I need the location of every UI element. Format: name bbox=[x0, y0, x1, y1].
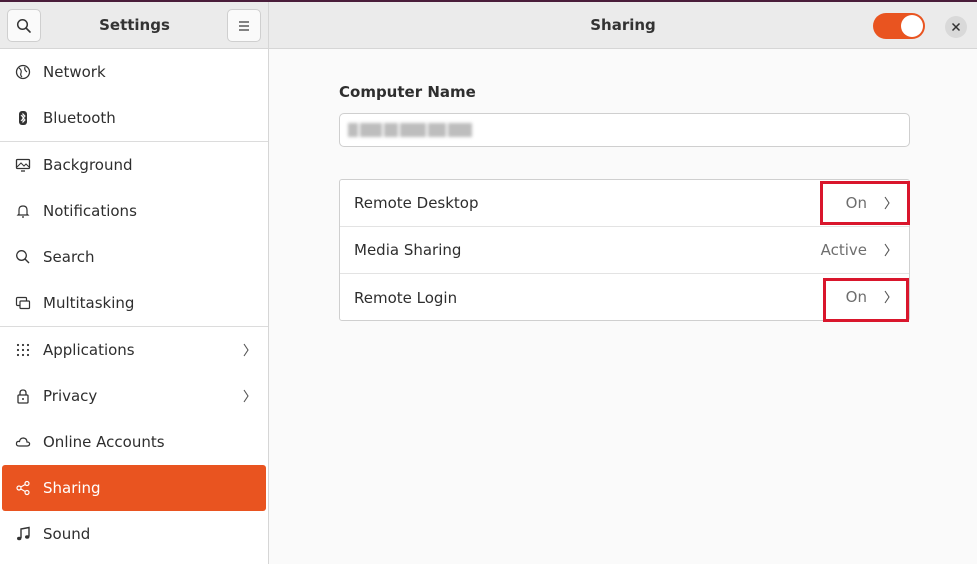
search-icon bbox=[14, 248, 32, 266]
sidebar-item-label: Privacy bbox=[43, 387, 98, 405]
redacted-computer-name bbox=[348, 120, 488, 140]
sidebar-item-sound[interactable]: Sound bbox=[0, 511, 268, 557]
sidebar-item-network[interactable]: Network bbox=[0, 49, 268, 95]
globe-icon bbox=[14, 63, 32, 81]
status-label: Active bbox=[820, 241, 867, 259]
chevron-right-icon bbox=[884, 243, 890, 257]
sidebar-item-label: Applications bbox=[43, 341, 135, 359]
share-icon bbox=[14, 479, 32, 497]
sidebar-item-background[interactable]: Background bbox=[0, 142, 268, 188]
main-menu-button[interactable] bbox=[227, 9, 261, 42]
toggle-knob bbox=[901, 15, 923, 37]
multitasking-icon bbox=[14, 294, 32, 312]
sidebar-header: Settings bbox=[0, 2, 268, 49]
computer-name-label: Computer Name bbox=[339, 83, 476, 101]
media-sharing-row[interactable]: Media Sharing Active bbox=[340, 227, 909, 274]
sidebar-item-sharing[interactable]: Sharing bbox=[2, 465, 266, 511]
chevron-right-icon bbox=[243, 343, 249, 357]
sidebar-item-label: Network bbox=[43, 63, 106, 81]
sidebar-item-label: Multitasking bbox=[43, 294, 135, 312]
sharing-panel: Computer Name Remote Desktop On Media Sh… bbox=[269, 50, 977, 564]
cloud-icon bbox=[14, 433, 32, 451]
sidebar-item-label: Background bbox=[43, 156, 133, 174]
sidebar: Settings Network Bluetooth Background No… bbox=[0, 2, 269, 564]
music-note-icon bbox=[14, 525, 32, 543]
sidebar-item-label: Sharing bbox=[43, 479, 101, 497]
main-header: Sharing bbox=[269, 2, 977, 49]
sidebar-item-label: Notifications bbox=[43, 202, 137, 220]
sharing-toggle[interactable] bbox=[873, 13, 925, 39]
settings-window: Settings Network Bluetooth Background No… bbox=[0, 0, 977, 564]
row-label: Remote Login bbox=[354, 288, 458, 307]
sidebar-item-label: Search bbox=[43, 248, 95, 266]
sidebar-item-multitasking[interactable]: Multitasking bbox=[0, 280, 268, 326]
bluetooth-icon bbox=[14, 109, 32, 127]
sidebar-item-search[interactable]: Search bbox=[0, 234, 268, 280]
grid-icon bbox=[14, 341, 32, 359]
row-label: Media Sharing bbox=[354, 241, 462, 259]
sidebar-item-label: Online Accounts bbox=[43, 433, 165, 451]
chevron-right-icon bbox=[243, 389, 249, 403]
display-icon bbox=[14, 156, 32, 174]
sidebar-item-label: Bluetooth bbox=[43, 109, 116, 127]
highlight-box-remote-login bbox=[823, 278, 909, 322]
sidebar-item-notifications[interactable]: Notifications bbox=[0, 188, 268, 234]
highlight-box-remote-desktop bbox=[820, 181, 910, 225]
bell-icon bbox=[14, 202, 32, 220]
computer-name-field[interactable] bbox=[339, 113, 910, 147]
row-label: Remote Desktop bbox=[354, 194, 479, 212]
sidebar-item-applications[interactable]: Applications bbox=[0, 327, 268, 373]
sidebar-nav: Network Bluetooth Background Notificatio bbox=[0, 49, 268, 557]
hamburger-menu-icon bbox=[239, 20, 249, 31]
close-icon bbox=[951, 22, 961, 32]
close-button[interactable] bbox=[945, 16, 967, 38]
sidebar-item-privacy[interactable]: Privacy bbox=[0, 373, 268, 419]
sidebar-item-bluetooth[interactable]: Bluetooth bbox=[0, 95, 268, 141]
sidebar-item-label: Sound bbox=[43, 525, 91, 543]
sidebar-item-online-accounts[interactable]: Online Accounts bbox=[0, 419, 268, 465]
lock-icon bbox=[14, 387, 32, 405]
page-title: Sharing bbox=[590, 16, 656, 34]
